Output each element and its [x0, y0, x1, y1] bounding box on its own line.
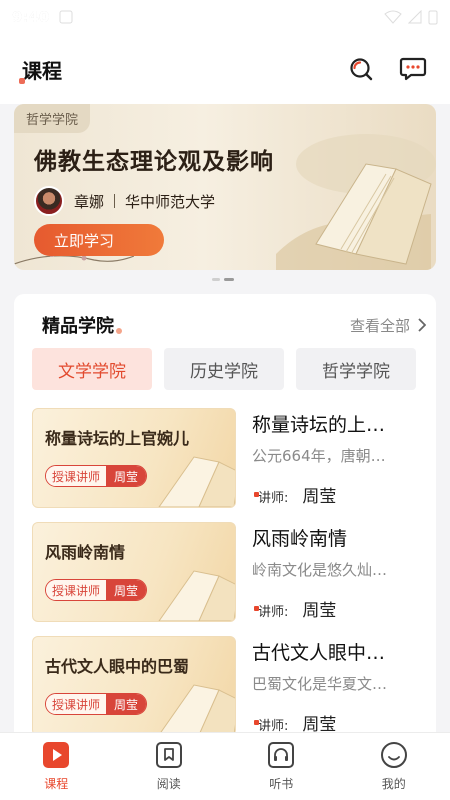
course-description: 岭南文化是悠久灿… — [252, 561, 388, 579]
chevron-right-icon — [418, 318, 426, 332]
course-thumbnail: 古代文人眼中的巴蜀 授课讲师 周莹 — [32, 636, 236, 734]
banner-author-row: 章娜 华中师范大学 — [34, 186, 215, 216]
course-item[interactable]: 古代文人眼中的巴蜀 授课讲师 周莹 古代文人眼中… 巴蜀文化是华夏文… 讲师: … — [32, 636, 422, 734]
tabbar-item-reading[interactable]: 阅读 — [113, 733, 226, 800]
badge-key: 授课讲师 — [46, 580, 107, 600]
college-tabs: 文学学院 历史学院 哲学学院 — [32, 348, 416, 390]
notification-icon — [59, 10, 73, 24]
see-all-link[interactable]: 查看全部 — [350, 315, 426, 336]
play-icon — [43, 742, 70, 768]
featured-colleges-panel: 精品学院 查看全部 文学学院 历史学院 哲学学院 称量诗坛的上官婉儿 授课讲师 … — [14, 294, 436, 734]
course-lecturer: 讲师: 周莹 — [254, 482, 337, 507]
battery-icon — [428, 10, 438, 25]
book-illustration — [158, 570, 235, 621]
bottom-tab-bar: 课程 阅读 听书 我的 — [0, 732, 450, 800]
course-title: 称量诗坛的上… — [252, 414, 386, 436]
lecturer-label: 讲师: — [258, 605, 289, 620]
tabbar-item-profile[interactable]: 我的 — [338, 733, 450, 800]
thumbnail-title: 风雨岭南情 — [45, 543, 126, 562]
author-name: 章娜 — [74, 192, 105, 211]
smile-icon — [380, 742, 407, 768]
thumbnail-title: 古代文人眼中的巴蜀 — [45, 657, 190, 676]
status-time: 9:40 — [12, 8, 50, 26]
status-bar: 9:40 — [0, 0, 450, 34]
course-info: 风雨岭南情 岭南文化是悠久灿… 讲师: 周莹 — [252, 522, 422, 622]
badge-value: 周莹 — [106, 466, 147, 486]
lecturer-label: 讲师: — [258, 491, 289, 506]
course-thumbnail: 风雨岭南情 授课讲师 周莹 — [32, 522, 236, 622]
bookmark-icon — [155, 742, 182, 768]
tabbar-label: 我的 — [381, 777, 406, 791]
course-description: 巴蜀文化是华夏文… — [252, 675, 388, 693]
badge-key: 授课讲师 — [46, 694, 107, 714]
headphones-icon — [268, 742, 295, 768]
course-description: 公元664年，唐朝… — [252, 447, 386, 465]
tabbar-label: 课程 — [44, 777, 69, 791]
lecturer-badge: 授课讲师 周莹 — [45, 579, 148, 601]
banner-category-tag: 哲学学院 — [14, 104, 91, 133]
badge-key: 授课讲师 — [46, 466, 107, 486]
banner-title: 佛教生态理论观及影响 — [34, 148, 274, 175]
lecturer-badge: 授课讲师 周莹 — [45, 465, 148, 487]
course-lecturer: 讲师: 周莹 — [254, 596, 337, 621]
course-item[interactable]: 风雨岭南情 授课讲师 周莹 风雨岭南情 岭南文化是悠久灿… 讲师: 周莹 — [32, 522, 422, 622]
avatar — [34, 186, 64, 216]
course-title: 古代文人眼中… — [252, 642, 386, 664]
search-icon — [350, 58, 373, 81]
lecturer-name: 周莹 — [302, 487, 337, 507]
lecturer-badge: 授课讲师 周莹 — [45, 693, 148, 715]
signal-icon — [408, 10, 422, 24]
tab-literature[interactable]: 文学学院 — [32, 348, 152, 390]
page-title: 课程 — [19, 55, 62, 84]
carousel-indicator — [212, 278, 234, 281]
lecturer-name: 周莹 — [302, 601, 337, 621]
carousel-dot-active — [224, 278, 234, 281]
author-institution: 华中师范大学 — [125, 192, 216, 211]
accent-mark — [254, 492, 259, 497]
course-title: 风雨岭南情 — [252, 528, 348, 550]
course-item[interactable]: 称量诗坛的上官婉儿 授课讲师 周莹 称量诗坛的上… 公元664年，唐朝… 讲师:… — [32, 408, 422, 508]
tabbar-item-courses[interactable]: 课程 — [0, 733, 113, 800]
messages-button[interactable] — [398, 54, 428, 84]
course-info: 称量诗坛的上… 公元664年，唐朝… 讲师: 周莹 — [252, 408, 422, 508]
badge-value: 周莹 — [106, 694, 147, 714]
tab-philosophy[interactable]: 哲学学院 — [296, 348, 416, 390]
accent-mark — [254, 720, 259, 725]
tabbar-item-audiobooks[interactable]: 听书 — [225, 733, 338, 800]
start-learning-button[interactable]: 立即学习 — [34, 224, 164, 256]
message-icon — [399, 57, 427, 81]
course-info: 古代文人眼中… 巴蜀文化是华夏文… 讲师: 周莹 — [252, 636, 422, 734]
thumbnail-title: 称量诗坛的上官婉儿 — [45, 429, 190, 448]
lecturer-name: 周莹 — [302, 715, 337, 734]
course-lecturer: 讲师: 周莹 — [254, 710, 337, 734]
book-illustration — [276, 134, 436, 270]
see-all-label: 查看全部 — [349, 316, 410, 335]
wifi-icon — [384, 10, 402, 24]
section-header: 精品学院 查看全部 — [42, 312, 426, 338]
tab-history[interactable]: 历史学院 — [164, 348, 284, 390]
search-button[interactable] — [346, 54, 376, 84]
divider — [114, 194, 116, 208]
badge-value: 周莹 — [106, 580, 147, 600]
carousel-dot — [212, 278, 220, 281]
tabbar-label: 阅读 — [156, 777, 181, 791]
tabbar-label: 听书 — [269, 777, 294, 791]
app-header: 课程 — [0, 34, 450, 104]
promo-banner[interactable]: 哲学学院 佛教生态理论观及影响 章娜 华中师范大学 立即学习 — [14, 104, 436, 270]
accent-mark — [254, 606, 259, 611]
course-thumbnail: 称量诗坛的上官婉儿 授课讲师 周莹 — [32, 408, 236, 508]
section-title: 精品学院 — [42, 312, 122, 338]
